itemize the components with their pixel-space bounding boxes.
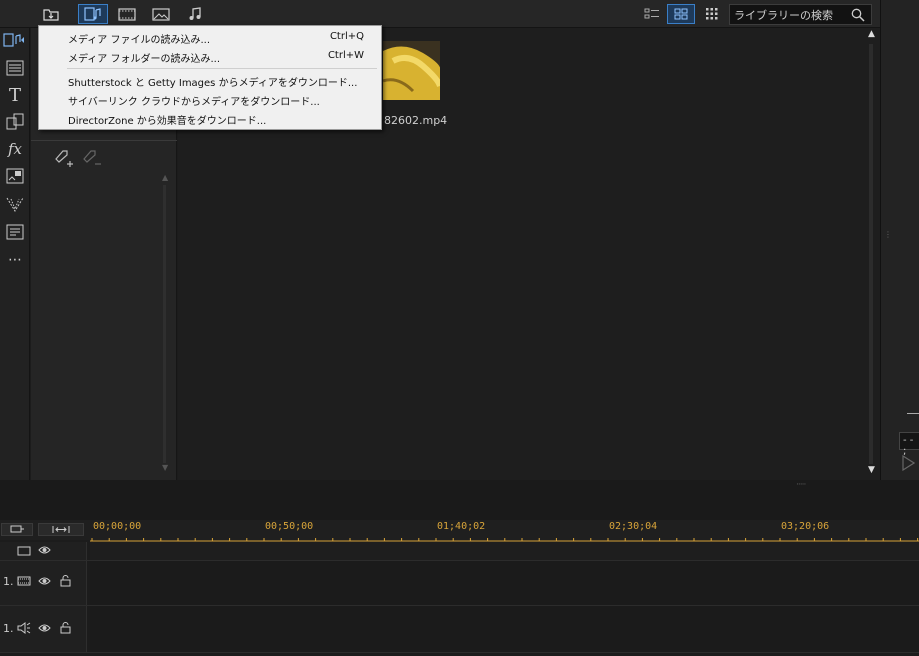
video-track-header: 1.: [0, 561, 87, 605]
timeline-view-button[interactable]: [1, 523, 33, 536]
track-number: 1.: [3, 622, 14, 635]
search-placeholder: ライブラリーの検索: [734, 9, 833, 22]
audio-track-lane[interactable]: [90, 606, 919, 652]
menu-item-import-folder[interactable]: メディア フォルダーの読み込み... Ctrl+W: [39, 47, 381, 66]
room-icon-bar: T fx ⋯: [0, 28, 30, 480]
eye-icon[interactable]: [38, 623, 51, 633]
particle-room-button[interactable]: [0, 192, 30, 216]
remove-tag-icon[interactable]: [81, 148, 103, 170]
import-media-button[interactable]: [36, 4, 66, 24]
clip-thumbnail[interactable]: [383, 41, 440, 100]
particle-icon: [6, 197, 24, 212]
tab-music[interactable]: [180, 4, 210, 24]
menu-item-download-stock[interactable]: Shutterstock と Getty Images からメディアをダウンロー…: [39, 71, 381, 90]
video-track-icon: [17, 576, 31, 586]
video-track-icon: [17, 546, 31, 556]
tab-image[interactable]: [146, 4, 176, 24]
menu-item-download-sfx[interactable]: DirectorZone から効果音をダウンロード...: [39, 109, 381, 128]
video-track-lane[interactable]: [90, 561, 919, 605]
ruler-tick-label: 03;20;06: [781, 521, 830, 532]
ruler-tick-label: 00;50;00: [265, 521, 314, 532]
eye-icon[interactable]: [38, 545, 51, 555]
menu-item-import-files[interactable]: メディア ファイルの読み込み... Ctrl+Q: [39, 28, 381, 47]
clip-caption: 82602.mp4: [384, 114, 448, 127]
title-icon: [6, 60, 24, 76]
divider: [31, 140, 177, 141]
library-scrollbar[interactable]: ▲ ▼: [865, 28, 878, 480]
add-tag-icon[interactable]: [53, 148, 75, 170]
menu-item-label: サイバーリンク クラウドからメディアをダウンロード...: [68, 97, 320, 108]
play-icon[interactable]: [901, 455, 915, 471]
lock-icon[interactable]: [60, 574, 71, 587]
text-T-icon: T: [8, 84, 21, 106]
menu-item-label: メディア ファイルの読み込み...: [68, 35, 211, 46]
eye-icon[interactable]: [38, 576, 51, 586]
search-icon[interactable]: [851, 8, 865, 22]
audio-track-row: 1.: [0, 606, 919, 653]
library-search-input[interactable]: ライブラリーの検索: [729, 4, 872, 25]
lock-icon[interactable]: [60, 621, 71, 634]
ruler-tick-label: 01;40;02: [437, 521, 486, 532]
transition-room-button[interactable]: [0, 110, 30, 134]
fit-to-timeline-icon: [52, 526, 70, 533]
more-icon: ⋯: [8, 252, 22, 268]
dots-grid-icon: [706, 8, 718, 20]
subtitle-icon: [6, 224, 24, 240]
fx-room-button[interactable]: fx: [0, 137, 30, 161]
preview-panel-edge: ⋮ - - ;: [880, 0, 919, 480]
menu-item-label: Shutterstock と Getty Images からメディアをダウンロー…: [68, 78, 358, 89]
image-icon: [152, 7, 170, 21]
track-number: 1.: [3, 575, 14, 588]
library-toolbar: ライブラリーの検索: [0, 0, 880, 28]
track-manager-icon: [10, 525, 24, 533]
menu-item-download-cloud[interactable]: サイバーリンク クラウドからメディアをダウンロード...: [39, 90, 381, 109]
media-library-icon: [84, 7, 101, 21]
grid-view-icon: [674, 8, 688, 20]
ruler-tick-label: 00;00;00: [93, 521, 142, 532]
menu-item-shortcut: Ctrl+W: [327, 50, 364, 61]
tab-media-all[interactable]: [78, 4, 108, 24]
menu-item-label: DirectorZone から効果音をダウンロード...: [68, 116, 267, 127]
title-room-button[interactable]: [0, 56, 30, 80]
master-track-header: [0, 542, 87, 560]
list-view-icon: [644, 8, 659, 19]
timecode-field[interactable]: - - ;: [899, 432, 919, 457]
pip-room-button[interactable]: [0, 164, 30, 188]
subtitle-room-button[interactable]: [0, 220, 30, 244]
music-icon: [189, 7, 201, 20]
details-view-button[interactable]: [638, 4, 666, 24]
import-media-icon: [43, 9, 59, 21]
panel-splitter[interactable]: ·····: [0, 480, 919, 520]
audio-track-header: 1.: [0, 606, 87, 652]
ruler-tick-label: 02;30;04: [609, 521, 658, 532]
import-media-menu: メディア ファイルの読み込み... Ctrl+Q メディア フォルダーの読み込み…: [38, 25, 382, 130]
media-room-button[interactable]: [0, 28, 30, 52]
text-room-button[interactable]: T: [0, 83, 30, 107]
tab-video[interactable]: [112, 4, 142, 24]
tag-scrollbar[interactable]: ▲ ▼: [160, 173, 168, 473]
more-rooms-button[interactable]: ⋯: [0, 248, 30, 272]
thumbnail-view-button[interactable]: [667, 4, 695, 24]
speaker-icon: [17, 622, 31, 634]
media-room-icon: [3, 33, 24, 47]
divider: [907, 413, 919, 414]
fit-timeline-button[interactable]: [38, 523, 84, 536]
menu-item-label: メディア フォルダーの読み込み...: [68, 54, 221, 65]
pip-icon: [6, 168, 24, 184]
video-icon: [118, 7, 136, 21]
transition-icon: [6, 113, 24, 130]
video-track-row: 1.: [0, 561, 919, 606]
master-track-lane[interactable]: [90, 542, 919, 560]
menu-item-shortcut: Ctrl+Q: [329, 31, 364, 42]
menu-separator: [67, 68, 377, 69]
fx-icon: fx: [7, 140, 22, 158]
timeline-master-row: [0, 542, 919, 561]
panel-resize-handle[interactable]: ⋮: [884, 231, 892, 247]
icon-size-button[interactable]: [698, 4, 726, 24]
clip-thumbnail-image: [383, 41, 440, 100]
